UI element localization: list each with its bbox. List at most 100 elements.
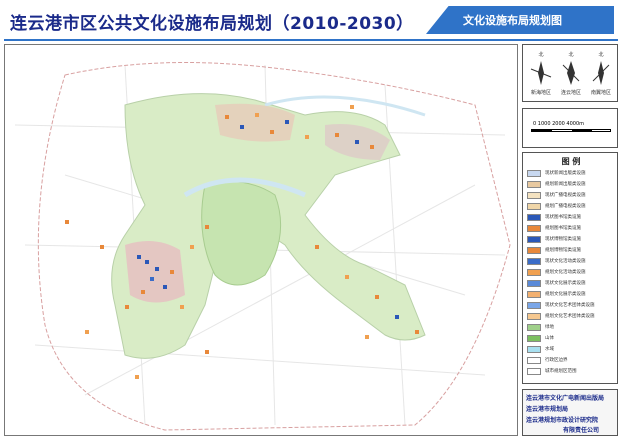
legend-label: 绿地: [545, 325, 554, 330]
legend-label: 现状广播电视类设施: [545, 193, 586, 198]
legend-item: 现状广播电视类设施: [527, 191, 617, 200]
wind-rose-icon: 北 连云地区: [557, 49, 585, 99]
credit-line: 连云港规划市政设计研究院: [526, 417, 599, 424]
facility-marker[interactable]: [345, 275, 349, 279]
facility-marker[interactable]: [135, 375, 139, 379]
legend-item: 规划文化活动类设施: [527, 268, 617, 277]
rose-caption: 新海地区: [530, 90, 551, 96]
legend-item: 规划广播电视类设施: [527, 202, 617, 211]
legend-label: 城市规划区范围: [545, 369, 577, 374]
wind-rose-icon: 北 南翼地区: [587, 49, 615, 99]
legend-swatch: [527, 368, 541, 375]
legend-label: 现状文化活动类设施: [545, 259, 586, 264]
legend-item: 规划博物馆类设施: [527, 246, 617, 255]
facility-marker[interactable]: [205, 350, 209, 354]
facility-marker[interactable]: [240, 125, 244, 129]
facility-marker[interactable]: [225, 115, 229, 119]
legend-item: 绿地: [527, 323, 617, 332]
facility-marker[interactable]: [137, 255, 141, 259]
legend-label: 现状文化展示类设施: [545, 281, 586, 286]
legend-item: 现状图书馆类设施: [527, 213, 617, 222]
legend-swatch: [527, 346, 541, 353]
legend-swatch: [527, 225, 541, 232]
legend-label: 水域: [545, 347, 554, 352]
legend-swatch: [527, 203, 541, 210]
facility-marker[interactable]: [163, 285, 167, 289]
wind-rose-panel: 北 新海地区 北 连云地区 北 南翼地区: [522, 44, 618, 102]
facility-marker[interactable]: [355, 140, 359, 144]
facility-marker[interactable]: [335, 133, 339, 137]
legend-swatch: [527, 170, 541, 177]
legend-item: 规划文化艺术团体类设施: [527, 312, 617, 321]
legend-item: 规划图书馆类设施: [527, 224, 617, 233]
legend-swatch: [527, 269, 541, 276]
legend-swatch: [527, 247, 541, 254]
facility-marker[interactable]: [350, 105, 354, 109]
legend-label: 现状博物馆类设施: [545, 237, 581, 242]
legend-label: 山体: [545, 336, 554, 341]
legend-swatch: [527, 335, 541, 342]
facility-marker[interactable]: [180, 305, 184, 309]
facility-marker[interactable]: [270, 130, 274, 134]
legend-item: 现状文化展示类设施: [527, 279, 617, 288]
facility-marker[interactable]: [170, 270, 174, 274]
map-sheet: 连云港市区公共文化设施布局规划（2010-2030） 文化设施布局规划图 北 新…: [0, 0, 622, 439]
facility-marker[interactable]: [190, 245, 194, 249]
facility-marker[interactable]: [85, 330, 89, 334]
legend-swatch: [527, 291, 541, 298]
facility-marker[interactable]: [415, 330, 419, 334]
legend-item: 行政区边界: [527, 356, 617, 365]
scale-panel: 0 1000 2000 4000m: [522, 108, 618, 148]
scale-bar: [531, 129, 611, 132]
city-map: [14, 62, 511, 431]
credit-panel: 连云港市文化广电新闻出版局 连云港市规划局 连云港规划市政设计研究院 有限责任公…: [522, 389, 618, 436]
facility-marker[interactable]: [375, 295, 379, 299]
legend-swatch: [527, 324, 541, 331]
facility-marker[interactable]: [255, 113, 259, 117]
title-tab-label: 文化设施布局规划图: [463, 14, 562, 27]
district-block: [125, 241, 185, 303]
title-divider: [4, 39, 618, 41]
legend-item: 现状新闻出版类设施: [527, 169, 617, 178]
legend-swatch: [527, 236, 541, 243]
mountain-area: [201, 181, 282, 286]
legend-label: 规划图书馆类设施: [545, 226, 581, 231]
facility-marker[interactable]: [370, 145, 374, 149]
facility-marker[interactable]: [150, 277, 154, 281]
legend-label: 现状新闻出版类设施: [545, 171, 586, 176]
facility-marker[interactable]: [305, 135, 309, 139]
rose-caption: 南翼地区: [590, 90, 611, 96]
map-title: 连云港市区公共文化设施布局规划（2010-2030）: [10, 14, 414, 34]
legend-swatch: [527, 192, 541, 199]
legend-item: 城市规划区范围: [527, 367, 617, 376]
map-canvas[interactable]: [4, 44, 518, 436]
facility-marker[interactable]: [65, 220, 69, 224]
legend-label: 现状图书馆类设施: [545, 215, 581, 220]
facility-marker[interactable]: [155, 267, 159, 271]
facility-marker[interactable]: [365, 335, 369, 339]
facility-marker[interactable]: [285, 120, 289, 124]
legend-label: 规划广播电视类设施: [545, 204, 586, 209]
legend-item: 现状博物馆类设施: [527, 235, 617, 244]
facility-marker[interactable]: [145, 260, 149, 264]
rose-caption: 连云地区: [560, 90, 581, 96]
facility-marker[interactable]: [205, 225, 209, 229]
facility-marker[interactable]: [141, 290, 145, 294]
legend-label: 规划文化展示类设施: [545, 292, 586, 297]
wind-rose-icon: 北 新海地区: [527, 49, 555, 99]
legend-swatch: [527, 258, 541, 265]
legend-item: 规划新闻出版类设施: [527, 180, 617, 189]
legend-swatch: [527, 357, 541, 364]
legend-swatch: [527, 280, 541, 287]
legend-label: 规划新闻出版类设施: [545, 182, 586, 187]
legend-item: 山体: [527, 334, 617, 343]
legend-swatch: [527, 181, 541, 188]
facility-marker[interactable]: [125, 305, 129, 309]
legend-label: 规划文化活动类设施: [545, 270, 586, 275]
legend-item: 水域: [527, 345, 617, 354]
credit-line: 连云港市规划局: [526, 406, 569, 413]
facility-marker[interactable]: [395, 315, 399, 319]
facility-marker[interactable]: [315, 245, 319, 249]
facility-marker[interactable]: [100, 245, 104, 249]
legend-swatch: [527, 302, 541, 309]
